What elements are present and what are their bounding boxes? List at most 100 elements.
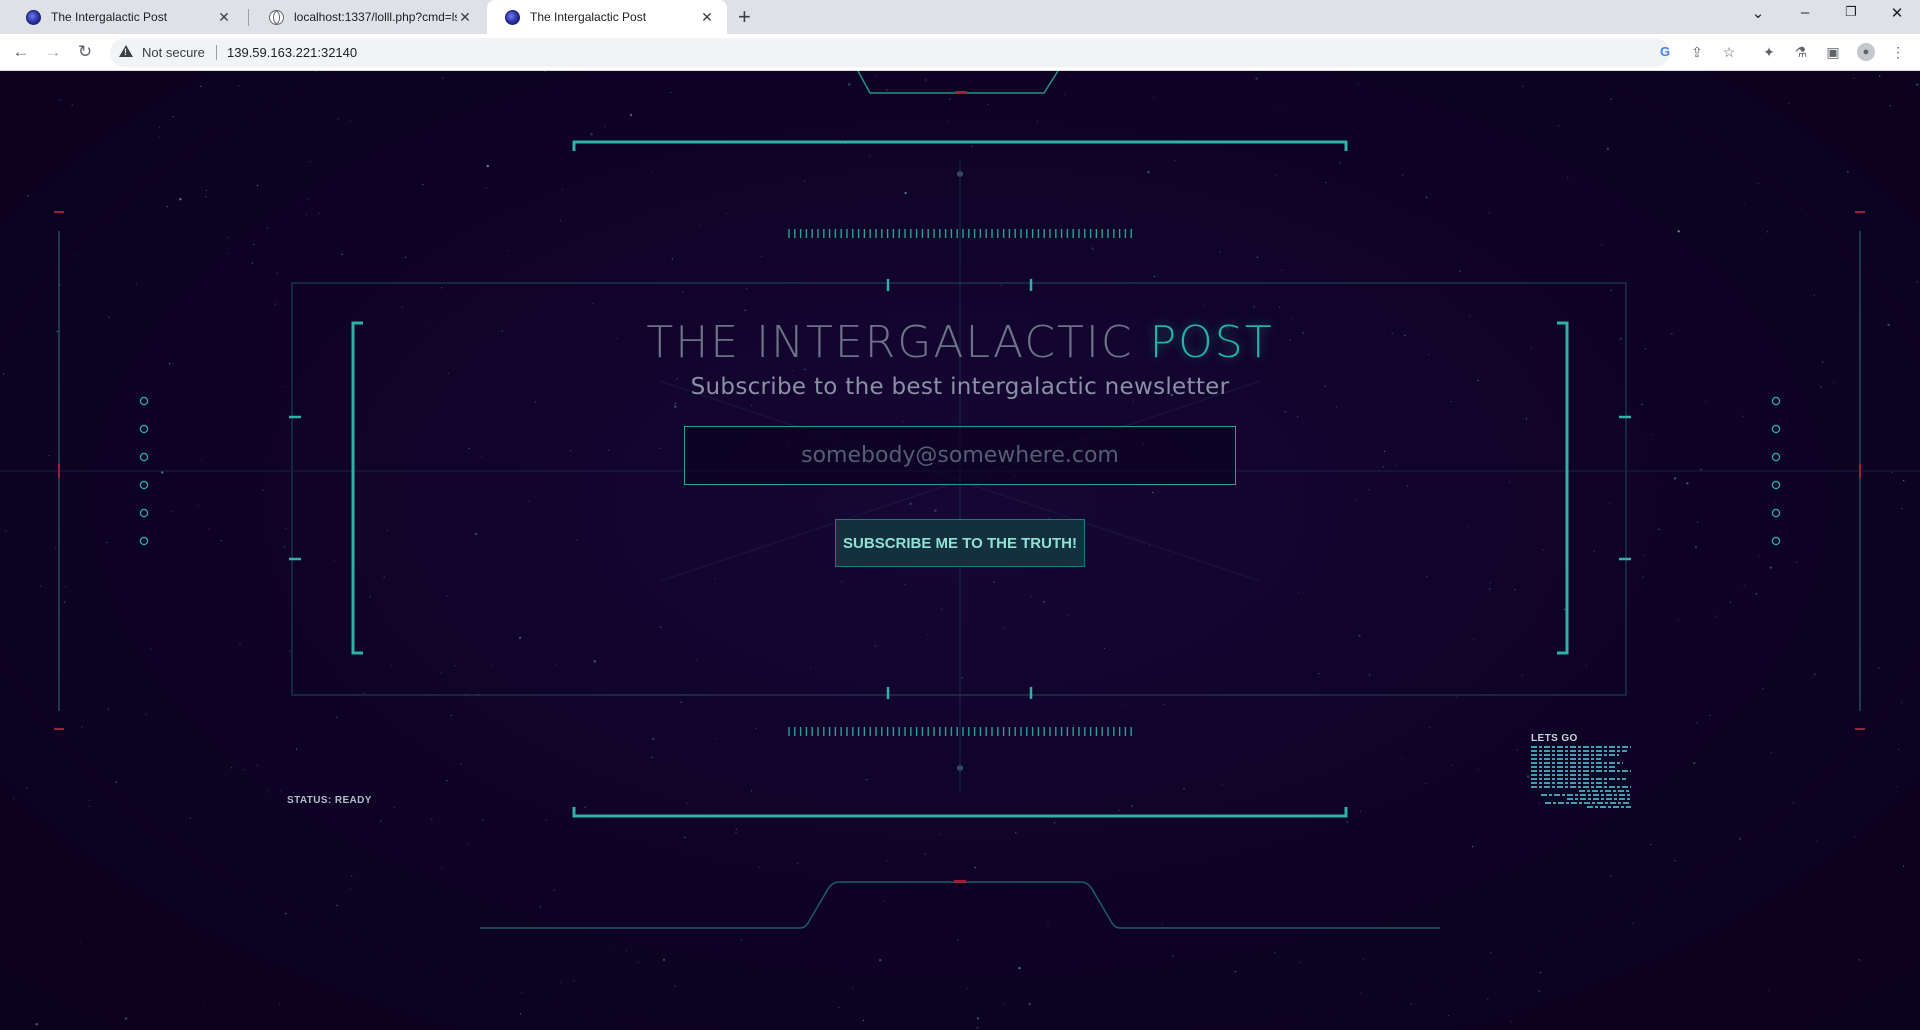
star xyxy=(809,667,812,669)
star xyxy=(336,716,338,719)
page-viewport: THE INTERGALACTIC POST Subscribe to the … xyxy=(0,71,1920,1030)
star xyxy=(1762,688,1764,690)
star xyxy=(231,767,233,769)
star xyxy=(253,243,255,246)
star xyxy=(652,737,655,740)
star xyxy=(507,249,509,251)
star xyxy=(1219,251,1221,253)
top-notch-marker xyxy=(955,91,967,94)
star xyxy=(518,636,522,639)
star xyxy=(295,748,298,750)
star xyxy=(1172,955,1174,957)
star xyxy=(1525,418,1527,420)
forward-arrow-icon[interactable]: → xyxy=(43,42,63,62)
star xyxy=(1202,305,1204,307)
star xyxy=(1368,674,1371,676)
star xyxy=(652,170,654,173)
star xyxy=(351,875,353,877)
star xyxy=(674,405,677,408)
star xyxy=(1360,992,1362,994)
star xyxy=(651,756,653,759)
star xyxy=(386,529,388,532)
star xyxy=(1091,247,1094,250)
page-subtitle: Subscribe to the best intergalactic news… xyxy=(690,374,1230,400)
star xyxy=(1522,85,1524,87)
security-label[interactable]: Not secure xyxy=(142,45,205,60)
star xyxy=(289,650,291,652)
star xyxy=(869,155,871,157)
subscribe-button[interactable]: SUBSCRIBE ME TO THE TRUTH! xyxy=(835,519,1085,567)
share-icon[interactable]: ⇪ xyxy=(1688,43,1706,61)
address-bar[interactable]: Not secure 139.59.163.221:32140 xyxy=(110,38,1670,67)
star xyxy=(336,904,338,907)
star xyxy=(1234,971,1236,973)
star xyxy=(1694,546,1698,549)
reload-icon[interactable]: ↻ xyxy=(75,42,95,62)
url-text[interactable]: 139.59.163.221:32140 xyxy=(227,45,357,60)
star xyxy=(1410,1003,1412,1005)
star xyxy=(1696,722,1698,724)
window-close-button[interactable]: ✕ xyxy=(1887,4,1907,22)
indicator-circle xyxy=(139,508,149,518)
code-line xyxy=(1541,794,1631,796)
warning-icon[interactable] xyxy=(119,45,133,57)
star xyxy=(1401,757,1403,759)
tab-search-chevron-icon[interactable]: ⌄ xyxy=(1748,4,1768,22)
browser-chrome: The Intergalactic Post ✕ localhost:1337/… xyxy=(0,0,1920,71)
star xyxy=(305,214,308,216)
star xyxy=(266,227,269,229)
profile-avatar-icon[interactable]: ● xyxy=(1857,43,1875,61)
restore-button[interactable]: ❐ xyxy=(1841,4,1861,20)
minimize-button[interactable]: – xyxy=(1795,4,1815,21)
indicator-circle xyxy=(139,452,149,462)
close-icon[interactable]: ✕ xyxy=(216,9,232,26)
star xyxy=(446,595,448,597)
star xyxy=(1131,805,1133,807)
star xyxy=(318,212,320,214)
tab-intergalactic-post-1[interactable]: The Intergalactic Post ✕ xyxy=(8,0,244,34)
close-icon[interactable]: ✕ xyxy=(457,9,473,26)
star xyxy=(1742,415,1744,417)
menu-kebab-icon[interactable]: ⋮ xyxy=(1889,43,1907,61)
star xyxy=(1810,156,1812,158)
star xyxy=(886,860,888,862)
google-lens-icon[interactable]: G xyxy=(1656,43,1674,61)
star xyxy=(1901,508,1903,510)
bookmark-star-icon[interactable]: ☆ xyxy=(1720,43,1738,61)
star xyxy=(1318,673,1320,675)
star xyxy=(1153,275,1155,278)
email-field[interactable] xyxy=(684,426,1236,485)
star xyxy=(243,769,245,771)
star xyxy=(333,559,336,561)
star xyxy=(841,581,843,583)
back-arrow-icon[interactable]: ← xyxy=(11,42,31,62)
extensions-puzzle-icon[interactable]: ✦ xyxy=(1760,43,1778,61)
new-tab-button[interactable]: + xyxy=(738,4,751,30)
star xyxy=(1567,176,1569,178)
close-icon[interactable]: ✕ xyxy=(699,9,715,26)
tab-intergalactic-post-active[interactable]: The Intergalactic Post ✕ xyxy=(487,0,727,34)
star xyxy=(625,950,628,952)
lab-flask-icon[interactable]: ⚗ xyxy=(1792,43,1810,61)
star xyxy=(1054,822,1056,824)
star xyxy=(1118,809,1120,812)
star xyxy=(671,258,673,260)
star xyxy=(1677,619,1679,621)
star xyxy=(520,1013,522,1015)
star xyxy=(1651,433,1654,435)
star xyxy=(454,665,456,667)
star xyxy=(1253,306,1255,308)
star xyxy=(1000,284,1002,286)
star xyxy=(293,791,295,794)
star xyxy=(239,643,241,645)
side-panel-icon[interactable]: ▣ xyxy=(1824,43,1842,61)
star xyxy=(680,701,682,703)
tab-localhost[interactable]: localhost:1337/lolll.php?cmd=ls ✕ xyxy=(251,0,485,34)
star xyxy=(1015,832,1017,834)
star xyxy=(866,779,868,781)
bottom-console-outline xyxy=(480,881,1440,929)
code-line xyxy=(1531,754,1619,756)
star xyxy=(200,458,202,460)
star xyxy=(274,303,276,305)
star xyxy=(422,184,424,186)
